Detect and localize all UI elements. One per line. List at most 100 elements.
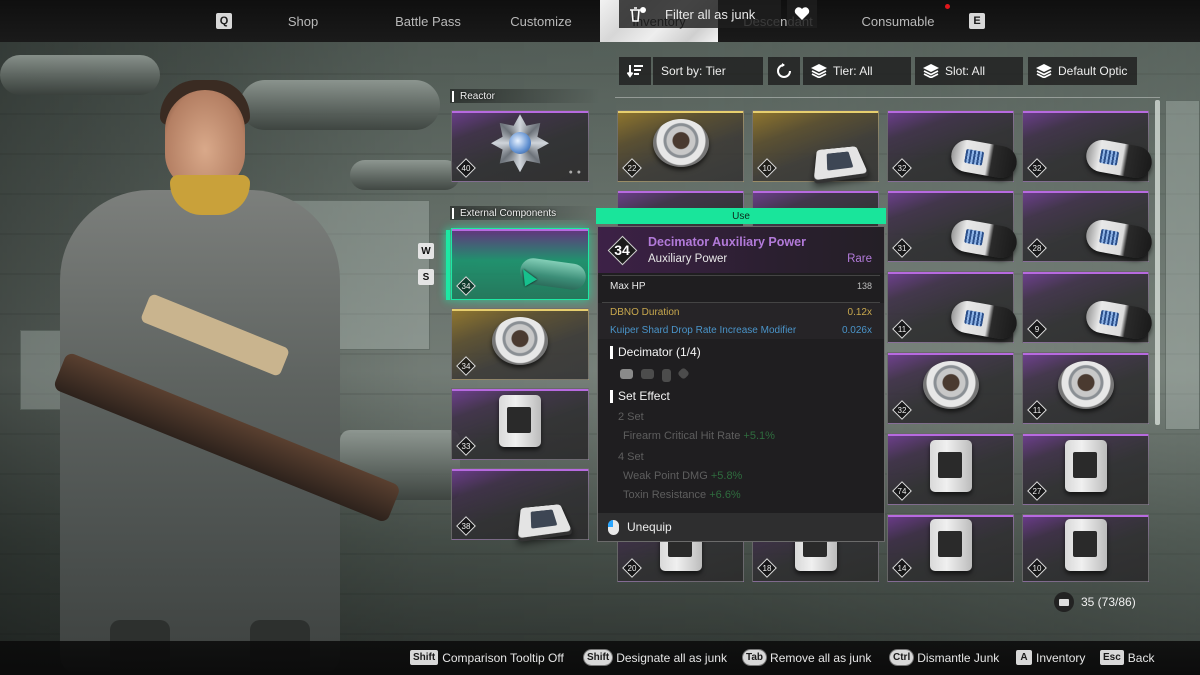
inventory-item[interactable]: 27 <box>1022 433 1149 505</box>
hint-label: Comparison Tooltip Off <box>442 650 564 665</box>
hint-remove-junk[interactable]: Tab Remove all as junk <box>743 650 871 665</box>
use-button[interactable]: Use <box>596 208 886 224</box>
hint-comparison-tooltip[interactable]: Shift Comparison Tooltip Off <box>410 650 564 665</box>
sort-descending-icon <box>627 65 643 78</box>
inventory-item[interactable]: 11 <box>887 271 1019 343</box>
refresh-icon <box>777 63 791 78</box>
inventory-item[interactable]: 28 <box>1022 190 1154 262</box>
shift-hold-key-icon: Shift <box>584 650 613 665</box>
heart-icon <box>794 7 810 20</box>
option-filter-label: Default Optic <box>1058 64 1128 78</box>
hint-inventory[interactable]: A Inventory <box>1016 650 1085 665</box>
hint-designate-junk[interactable]: Shift Designate all as junk <box>584 650 727 665</box>
external-component-slot[interactable]: 34 <box>451 308 589 380</box>
inventory-item[interactable]: 10 <box>752 110 879 182</box>
layers-icon <box>811 64 827 78</box>
reactor-icon <box>491 114 549 173</box>
set-bonus-stat: Firearm Critical Hit Rate <box>623 430 741 442</box>
sub-stat-row: Kuiper Shard Drop Rate Increase Modifier… <box>598 321 884 339</box>
tab-battle-pass[interactable]: Battle Pass <box>372 0 484 42</box>
sort-by-dropdown[interactable]: Sort by: Tier <box>653 57 763 85</box>
set-name-heading: Decimator (1/4) <box>610 346 701 359</box>
option-filter-dropdown[interactable]: Default Optic <box>1028 57 1137 85</box>
selection-glow <box>446 230 450 300</box>
filter-all-junk-button[interactable]: Filter all as junk <box>619 0 781 28</box>
reset-filters-button[interactable] <box>768 57 800 85</box>
ctrl-hold-key-icon: Ctrl <box>890 650 914 665</box>
level-badge: 27 <box>1028 482 1046 500</box>
set-bonus: Toxin Resistance +6.6% <box>623 489 741 501</box>
hint-back[interactable]: Esc Back <box>1100 650 1154 665</box>
hint-label: Remove all as junk <box>770 650 872 665</box>
sort-order-button[interactable] <box>619 57 651 85</box>
sub-stat-label: DBNO Duration <box>610 306 680 318</box>
inventory-item[interactable]: 32 <box>887 110 1019 182</box>
sensor-icon <box>492 317 548 366</box>
level-badge: 18 <box>758 559 776 577</box>
reactor-slot[interactable]: 40 ● ● <box>451 110 589 182</box>
level-badge: 38 <box>457 517 475 535</box>
external-component-slot[interactable]: 33 <box>451 388 589 460</box>
level-badge: 28 <box>1028 239 1046 257</box>
set-piece-auxiliary-icon <box>620 369 633 379</box>
slot-filter-dropdown[interactable]: Slot: All <box>915 57 1023 85</box>
memory-icon <box>499 395 541 448</box>
tier-filter-label: Tier: All <box>833 64 873 78</box>
next-tab-key[interactable]: E <box>969 13 985 29</box>
inventory-scrollbar[interactable] <box>1155 100 1160 425</box>
sensor-icon <box>922 361 979 410</box>
slot-filter-label: Slot: All <box>945 64 986 78</box>
hint-label: Designate all as junk <box>616 650 727 665</box>
external-component-slot-selected[interactable]: 34 <box>451 228 589 300</box>
item-tooltip: 34 Decimator Auxiliary Power Auxiliary P… <box>597 226 885 542</box>
tooltip-header: 34 Decimator Auxiliary Power Auxiliary P… <box>598 227 884 273</box>
inventory-item[interactable]: 9 <box>1022 271 1154 343</box>
level-badge: 32 <box>893 159 911 177</box>
set-piece-memory-icon <box>662 369 671 382</box>
level-badge: 11 <box>893 320 911 338</box>
item-type: Auxiliary Power <box>648 253 728 265</box>
tab-hold-key-icon: Tab <box>743 650 767 665</box>
sensor-icon <box>1057 361 1114 410</box>
tier-filter-dropdown[interactable]: Tier: All <box>803 57 911 85</box>
auxiliary-power-icon <box>948 137 1019 181</box>
hint-dismantle-junk[interactable]: Ctrl Dismantle Junk <box>890 650 999 665</box>
level-badge: 10 <box>1028 559 1046 577</box>
level-badge: 32 <box>893 401 911 419</box>
set-bonus-value: +6.6% <box>709 489 741 501</box>
inventory-item[interactable]: 32 <box>887 352 1014 424</box>
inventory-item[interactable]: 14 <box>887 514 1014 582</box>
inventory-item[interactable]: 31 <box>887 190 1019 262</box>
prev-tab-key[interactable]: Q <box>216 13 232 29</box>
tab-shop[interactable]: Shop <box>262 0 344 42</box>
inventory-item[interactable]: 32 <box>1022 110 1154 182</box>
level-badge: 40 <box>457 159 475 177</box>
tab-consumable[interactable]: Consumable <box>850 0 946 42</box>
hint-label: Inventory <box>1036 650 1086 665</box>
processor-icon <box>813 146 868 181</box>
mouse-left-click-icon <box>608 519 619 535</box>
inventory-item[interactable]: 74 <box>887 433 1014 505</box>
memory-icon <box>929 519 972 572</box>
auxiliary-power-icon <box>1083 217 1154 261</box>
set-piece-icons <box>620 367 690 382</box>
inventory-item[interactable]: 22 <box>617 110 744 182</box>
inventory-item[interactable]: 10 <box>1022 514 1149 582</box>
inventory-count-label: 35 (73/86) <box>1081 595 1136 609</box>
set-tier-label: 2 Set <box>618 411 644 423</box>
auxiliary-power-icon <box>1083 298 1154 342</box>
unequip-action[interactable]: Unequip <box>598 513 884 541</box>
reactor-section-label: Reactor <box>452 91 495 102</box>
set-piece-sensor-icon <box>641 369 654 379</box>
item-name: Decimator Auxiliary Power <box>648 235 806 249</box>
auxiliary-power-icon <box>1083 137 1154 181</box>
level-badge: 33 <box>457 437 475 455</box>
external-component-slot[interactable]: 38 <box>451 468 589 540</box>
tab-customize[interactable]: Customize <box>496 0 586 42</box>
inventory-item[interactable]: 11 <box>1022 352 1149 424</box>
set-bonus: Weak Point DMG +5.8% <box>623 470 742 482</box>
favorite-button[interactable] <box>787 0 817 28</box>
hint-label: Back <box>1127 650 1155 665</box>
set-bonus: Firearm Critical Hit Rate +5.1% <box>623 430 775 442</box>
sub-stat-value: 0.026x <box>841 324 872 336</box>
